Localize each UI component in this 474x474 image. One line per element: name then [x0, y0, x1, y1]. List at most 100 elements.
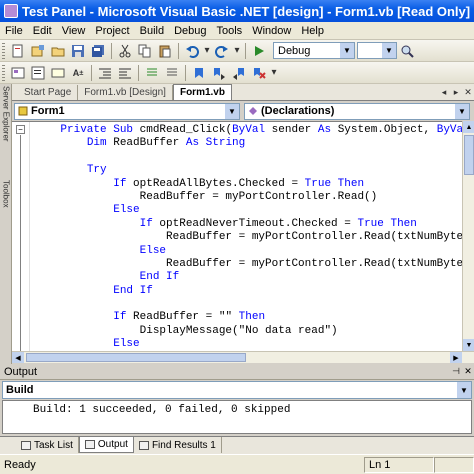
document-tab[interactable]: Start Page [18, 85, 79, 100]
document-tab[interactable]: Form1.vb [Design] [78, 85, 173, 100]
menu-project[interactable]: Project [90, 25, 134, 37]
editor-vertical-scrollbar[interactable]: ▲ ▼ [462, 121, 474, 351]
bottom-tab[interactable]: Task List [16, 437, 79, 453]
scroll-right-icon[interactable]: ▶ [450, 352, 462, 363]
uncomment-icon[interactable] [163, 64, 181, 82]
output-text[interactable]: Build: 1 succeeded, 0 failed, 0 skipped [2, 400, 472, 434]
find-combo[interactable]: ▼ [357, 42, 397, 59]
keyword-token: Else [113, 204, 140, 217]
output-pane-combo[interactable]: Build ▼ [2, 381, 472, 399]
menu-debug[interactable]: Debug [169, 25, 211, 37]
undo-icon[interactable] [183, 42, 201, 60]
code-token: System.Object, [331, 124, 437, 136]
toggle-bookmark-icon[interactable] [190, 64, 208, 82]
menu-view[interactable]: View [57, 25, 91, 37]
close-icon[interactable]: ✕ [462, 87, 474, 98]
class-name-value: Form1 [31, 105, 65, 117]
code-token: ReadBuffer = myPortController.Read() [34, 190, 378, 203]
menu-edit[interactable]: Edit [28, 25, 57, 37]
keyword-token: ByVal [232, 124, 266, 136]
bottom-tab[interactable]: Output [78, 437, 134, 453]
toolbar-overflow-icon[interactable]: ▾ [270, 64, 278, 82]
scroll-tabs-left-icon[interactable]: ◂ [438, 87, 450, 98]
cut-icon[interactable] [116, 42, 134, 60]
keyword-token: ByVa [436, 124, 462, 136]
outdent-icon[interactable] [96, 64, 114, 82]
close-icon[interactable]: ✕ [462, 366, 474, 377]
parameter-info-icon[interactable] [49, 64, 67, 82]
previous-bookmark-icon[interactable] [230, 64, 248, 82]
scroll-down-icon[interactable]: ▼ [463, 339, 474, 351]
method-name-combo[interactable]: (Declarations) ▼ [244, 102, 470, 120]
title-bar[interactable]: Test Panel - Microsoft Visual Basic .NET… [0, 0, 474, 22]
status-column [434, 456, 474, 473]
code-token: optReadNeverTimeout.Checked = [152, 217, 358, 230]
pin-icon[interactable]: ⊣ [450, 366, 462, 377]
code-text[interactable]: Private Sub cmdRead_Click(ByVal sender A… [34, 124, 462, 351]
class-name-combo[interactable]: Form1 ▼ [14, 102, 240, 120]
menu-window[interactable]: Window [247, 25, 296, 37]
clear-bookmarks-icon[interactable] [250, 64, 268, 82]
scroll-thumb[interactable] [464, 135, 474, 175]
toolbar-grip[interactable] [2, 42, 5, 59]
chevron-down-icon[interactable]: ▼ [340, 43, 354, 58]
list-members-icon[interactable] [29, 64, 47, 82]
toolbox-tab[interactable]: Toolbox [1, 180, 11, 226]
toolbar-separator [185, 64, 186, 81]
undo-dropdown-icon[interactable]: ▾ [203, 42, 211, 60]
menu-tools[interactable]: Tools [212, 25, 248, 37]
next-bookmark-icon[interactable] [210, 64, 228, 82]
chevron-down-icon[interactable]: ▼ [457, 382, 471, 398]
solution-config-combo[interactable]: Debug ▼ [273, 42, 355, 59]
menu-help[interactable]: Help [296, 25, 329, 37]
code-line: If optReadNeverTimeout.Checked = True Th… [34, 218, 460, 231]
open-file-icon[interactable] [49, 42, 67, 60]
scroll-left-icon[interactable]: ◀ [12, 352, 24, 363]
window-title: Test Panel - Microsoft Visual Basic .NET… [22, 3, 471, 19]
code-line: End If [34, 271, 460, 284]
keyword-token: As String [185, 137, 246, 150]
menu-file[interactable]: File [0, 25, 28, 37]
comment-icon[interactable] [143, 64, 161, 82]
paste-icon[interactable] [156, 42, 174, 60]
ide-window: Test Panel - Microsoft Visual Basic .NET… [0, 0, 474, 474]
chevron-down-icon[interactable]: ▼ [455, 103, 469, 119]
object-browser-icon[interactable] [9, 64, 27, 82]
scroll-up-icon[interactable]: ▲ [463, 121, 474, 133]
start-debug-icon[interactable] [250, 42, 268, 60]
chevron-down-icon[interactable]: ▼ [382, 43, 396, 58]
redo-icon[interactable] [213, 42, 231, 60]
document-tab[interactable]: Form1.vb [172, 84, 232, 100]
toolbar-grip[interactable] [2, 64, 5, 81]
indent-icon[interactable] [116, 64, 134, 82]
redo-dropdown-icon[interactable]: ▾ [233, 42, 241, 60]
scroll-thumb[interactable] [26, 353, 246, 362]
add-item-icon[interactable] [29, 42, 47, 60]
code-line: Private Sub cmdRead_Click(ByVal sender A… [34, 124, 462, 137]
chevron-down-icon[interactable]: ▼ [225, 103, 239, 119]
editor-horizontal-scrollbar[interactable]: ◀ ▶ [12, 351, 474, 363]
keyword-token: If [139, 217, 153, 230]
save-icon[interactable] [69, 42, 87, 60]
document-tab-bar: Start Page Form1.vb [Design] Form1.vb ◂ ▸ … [12, 84, 474, 101]
collapse-icon[interactable]: − [16, 125, 25, 134]
scroll-tabs-right-icon[interactable]: ▸ [450, 87, 462, 98]
keyword-token: Dim [86, 137, 107, 150]
find-icon[interactable] [398, 42, 416, 60]
toolbar-separator [111, 42, 112, 59]
code-editor[interactable]: − Private Sub cmdRead_Click(ByVal sender… [12, 121, 462, 351]
toolbar-separator [91, 64, 92, 81]
code-token: cmdRead_Click( [133, 124, 233, 136]
menu-bar: File Edit View Project Build Debug Tools Window… [0, 22, 474, 40]
new-project-icon[interactable] [9, 42, 27, 60]
menu-build[interactable]: Build [135, 25, 169, 37]
code-token: DisplayMessage("No data read") [34, 324, 338, 337]
save-all-icon[interactable] [89, 42, 107, 60]
copy-icon[interactable] [136, 42, 154, 60]
bottom-tab[interactable]: Find Results 1 [134, 437, 222, 453]
server-explorer-tab[interactable]: Server Explorer [1, 86, 11, 156]
word-completion-icon[interactable]: A ± [69, 64, 87, 82]
